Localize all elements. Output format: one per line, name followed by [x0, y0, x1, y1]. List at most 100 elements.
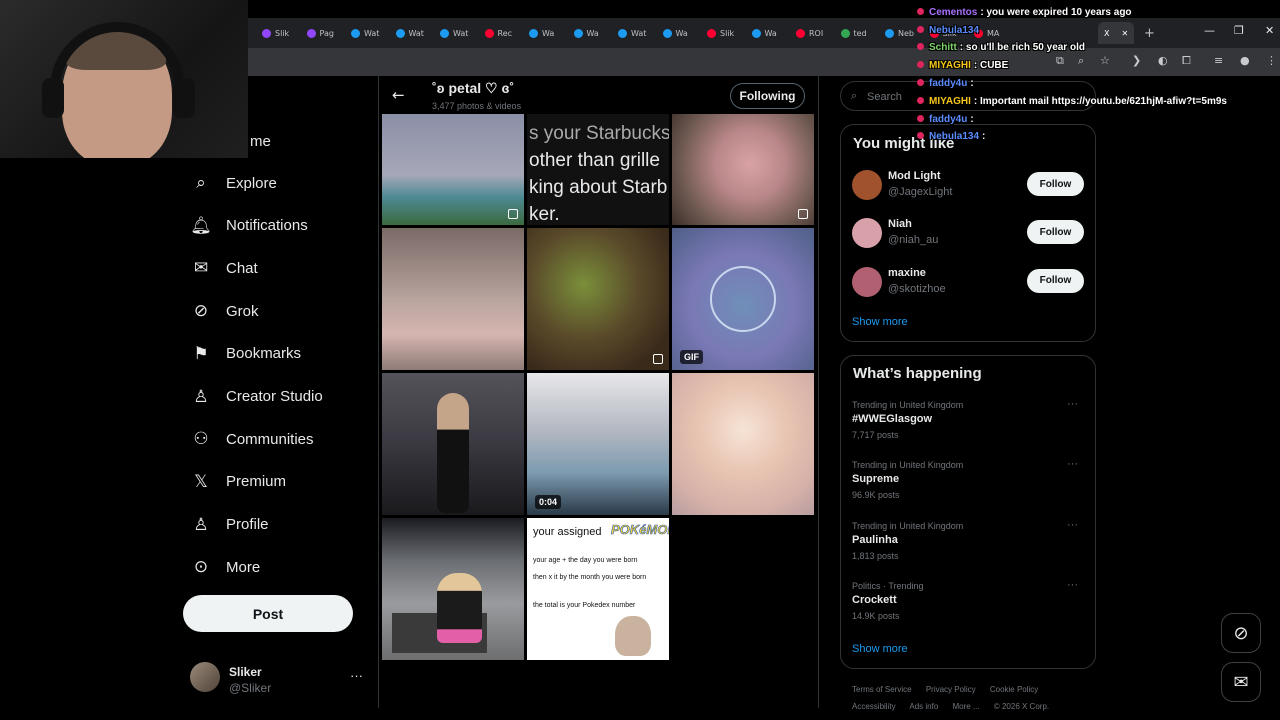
messages-fab-icon[interactable]: ✉: [1221, 662, 1261, 702]
browser-tab-active[interactable]: X ✕: [1098, 22, 1135, 44]
back-arrow-icon[interactable]: ←: [392, 86, 405, 104]
nav-premium[interactable]: 𝕏 Premium: [190, 467, 286, 497]
browser-menu-icon[interactable]: ⋮: [1266, 54, 1277, 67]
browser-tab[interactable]: Wa: [662, 22, 688, 44]
grok-fab-icon[interactable]: ⊘: [1221, 613, 1261, 653]
profile-avatar-icon[interactable]: ●: [1240, 54, 1250, 67]
media-tile[interactable]: [527, 228, 669, 370]
nav-creator-studio[interactable]: ♙ Creator Studio: [190, 382, 322, 412]
suggested-user[interactable]: Niah @niah_au Follow: [852, 216, 1084, 252]
show-more-link[interactable]: Show more: [852, 643, 908, 655]
suggested-user[interactable]: Mod Light @JagexLight Follow: [852, 168, 1084, 204]
footer-ads-link[interactable]: Ads info: [909, 702, 938, 711]
nav-explore[interactable]: ⌕ Explore: [190, 168, 277, 198]
nav-home[interactable]: me: [250, 126, 271, 156]
creator-studio-icon: ♙: [193, 386, 209, 407]
follow-button[interactable]: Follow: [1027, 220, 1084, 245]
chat-badge-icon: [917, 115, 924, 122]
footer-terms-link[interactable]: Terms of Service: [852, 685, 912, 694]
window-restore-button[interactable]: ❐: [1234, 24, 1244, 37]
footer-accessibility-link[interactable]: Accessibility: [852, 702, 896, 711]
nav-grok[interactable]: ⊘ Grok: [190, 296, 259, 326]
extension-icon-2[interactable]: ◐: [1158, 54, 1168, 67]
media-tile[interactable]: [382, 518, 524, 660]
media-tile[interactable]: [672, 114, 814, 225]
browser-tab[interactable]: Neb: [885, 22, 914, 44]
meme-line: your age + the day you were born: [533, 557, 638, 564]
footer-cookie-link[interactable]: Cookie Policy: [990, 685, 1038, 694]
suggested-user-name: maxine: [888, 266, 926, 279]
media-tile[interactable]: s your Starbucks other than grille king …: [527, 114, 669, 225]
browser-tab[interactable]: Slik: [262, 22, 289, 44]
tab-title: Pag: [319, 28, 334, 38]
trend-post-count: 1,813 posts: [852, 550, 899, 561]
media-tile[interactable]: [672, 373, 814, 515]
trend-item[interactable]: Trending in United Kingdom Supreme 96.9K p…: [852, 458, 1084, 508]
browser-tab[interactable]: Pag: [306, 22, 334, 44]
trend-more-icon[interactable]: ···: [1067, 519, 1078, 531]
nav-communities[interactable]: ⚇ Communities: [190, 424, 313, 454]
browser-tab[interactable]: Wa: [751, 22, 777, 44]
media-tile[interactable]: [382, 114, 524, 225]
following-button[interactable]: Following: [730, 83, 805, 109]
tab-favicon-icon: [395, 28, 405, 38]
nav-profile[interactable]: ♙ Profile: [190, 510, 269, 540]
chat-message: Nebula134: [917, 25, 982, 41]
tab-title: Wat: [631, 28, 647, 38]
nav-notifications[interactable]: 🔔︎ Notifications: [190, 211, 308, 241]
media-tile[interactable]: GIF: [672, 228, 814, 370]
browser-tab[interactable]: ted: [840, 22, 867, 44]
nav-label: Notifications: [226, 217, 308, 235]
nav-chat[interactable]: ✉ Chat: [190, 253, 258, 283]
chat-message: faddy4u:: [917, 114, 974, 130]
browser-tab[interactable]: Wa: [573, 22, 599, 44]
video-duration-badge: 0:04: [535, 495, 562, 509]
tab-title: Slik: [275, 28, 290, 38]
browser-tab[interactable]: Wat: [440, 22, 468, 44]
account-switcher[interactable]: Sliker @Sliker ···: [190, 662, 370, 698]
browser-tab[interactable]: Rec: [484, 22, 512, 44]
trend-item[interactable]: Trending in United Kingdom #WWEGlasgow 7,7…: [852, 398, 1084, 448]
media-tile[interactable]: [382, 373, 524, 515]
footer-privacy-link[interactable]: Privacy Policy: [926, 685, 976, 694]
footer-more-link[interactable]: More ...: [953, 702, 980, 711]
browser-tab[interactable]: Slik: [707, 22, 734, 44]
browser-tab[interactable]: Wa: [529, 22, 554, 44]
account-more-icon[interactable]: ···: [350, 668, 363, 683]
extensions-puzzle-icon[interactable]: ⧠: [1182, 54, 1191, 68]
media-tile[interactable]: 0:04: [527, 373, 669, 515]
reading-list-icon[interactable]: ≡: [1214, 54, 1223, 67]
trend-more-icon[interactable]: ···: [1067, 458, 1078, 470]
nav-label: Grok: [226, 302, 259, 320]
window-minimize-button[interactable]: —: [1204, 24, 1215, 37]
bookmark-star-icon[interactable]: ☆: [1100, 54, 1110, 67]
nav-more[interactable]: ⊙ More: [190, 552, 260, 582]
tab-favicon-icon: [262, 28, 271, 38]
media-tile[interactable]: your assigned POKéMON your age + the day…: [527, 518, 669, 660]
chat-badge-icon: [917, 132, 924, 139]
browser-tab[interactable]: Wat: [618, 22, 646, 44]
extension-icon[interactable]: ❯: [1132, 54, 1141, 67]
browser-tab[interactable]: ROI: [796, 22, 823, 44]
trend-item[interactable]: Trending in United Kingdom Paulinha 1,813 …: [852, 519, 1084, 569]
trend-more-icon[interactable]: ···: [1067, 398, 1078, 410]
show-more-link[interactable]: Show more: [852, 316, 908, 328]
new-tab-button[interactable]: +: [1144, 22, 1155, 44]
tab-title: Wa: [542, 28, 555, 38]
tab-close-icon[interactable]: ✕: [1121, 29, 1128, 38]
nav-label: Profile: [226, 516, 269, 534]
follow-button[interactable]: Follow: [1027, 268, 1084, 293]
trend-more-icon[interactable]: ···: [1067, 579, 1078, 591]
suggested-user[interactable]: maxine @skotizhoe Follow: [852, 265, 1084, 301]
browser-tab[interactable]: Wat: [395, 22, 424, 44]
nav-bookmarks[interactable]: ⚑ Bookmarks: [190, 339, 301, 369]
window-close-button[interactable]: ✕: [1265, 24, 1274, 37]
column-divider-left: [378, 76, 379, 708]
tab-favicon-icon: [484, 28, 494, 38]
media-tile[interactable]: [382, 228, 524, 370]
trend-item[interactable]: Politics · Trending Crockett 14.9K posts ··…: [852, 579, 1084, 629]
trend-post-count: 14.9K posts: [852, 610, 900, 621]
browser-tab[interactable]: Wat: [351, 22, 379, 44]
post-button[interactable]: Post: [183, 595, 353, 632]
follow-button[interactable]: Follow: [1027, 172, 1084, 196]
